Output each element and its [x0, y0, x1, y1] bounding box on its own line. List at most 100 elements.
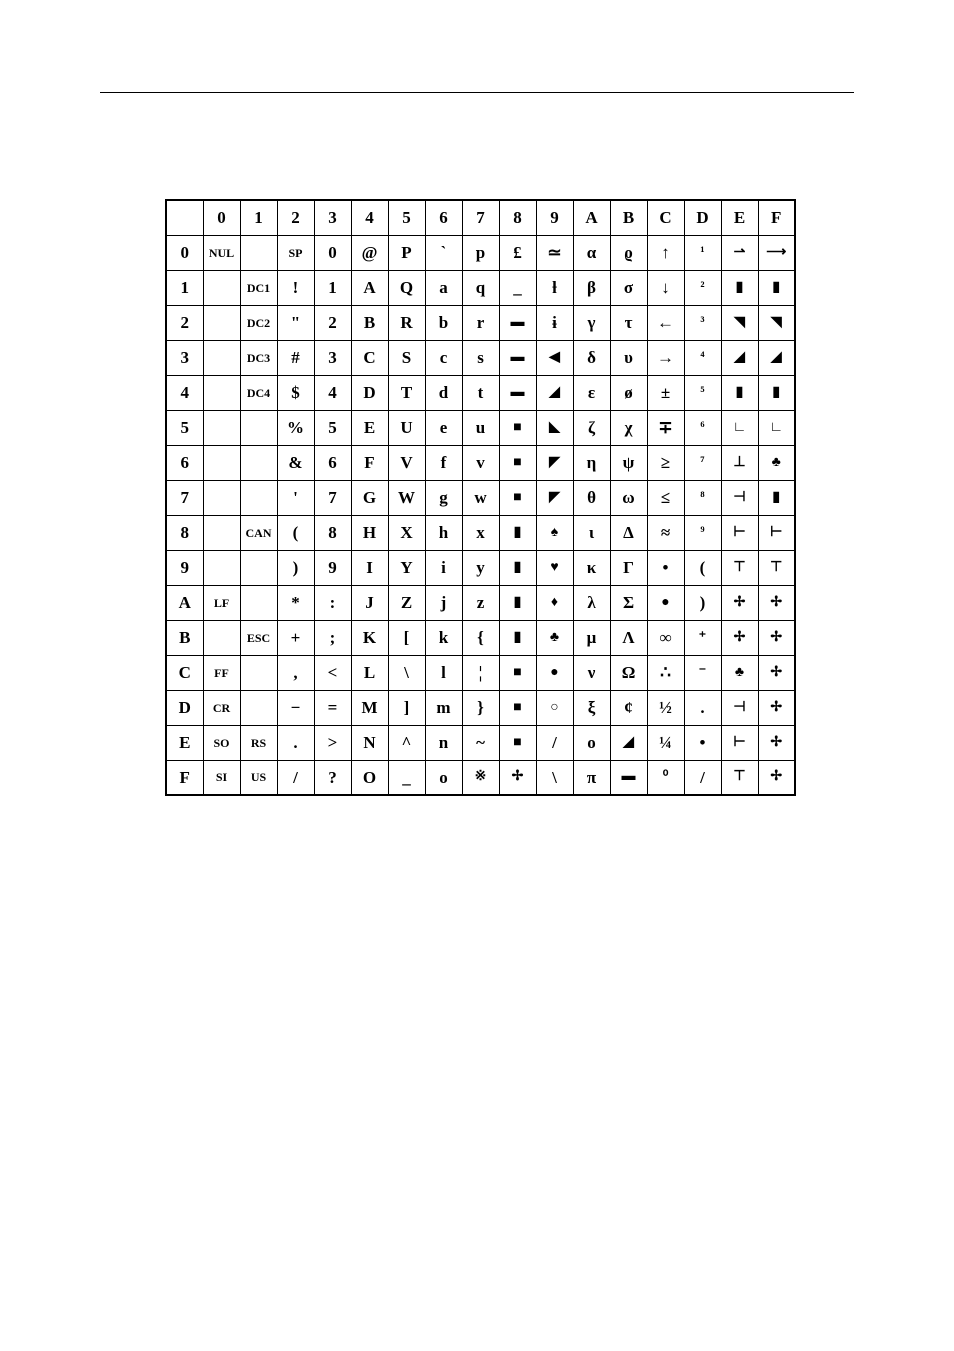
table-row: 6 & 6 F V f v ■ ◤ η ψ ≥ ⁷ ⊥ ♣	[166, 445, 795, 480]
cell: v	[462, 445, 499, 480]
table-row: 1 DC1 ! 1 A Q a q _ ƚ β σ ↓ ² ▮ ▮	[166, 270, 795, 305]
cell: ▮	[758, 375, 795, 410]
cell: ¼	[647, 725, 684, 760]
cell: LF	[203, 585, 240, 620]
cell: 6	[314, 445, 351, 480]
cell: ▬	[499, 305, 536, 340]
cell: 5	[314, 410, 351, 445]
cell: DC3	[240, 340, 277, 375]
cell: DC4	[240, 375, 277, 410]
cell: ◢	[610, 725, 647, 760]
cell: F	[351, 445, 388, 480]
cell	[203, 620, 240, 655]
cell: δ	[573, 340, 610, 375]
cell: $	[277, 375, 314, 410]
row-header: 3	[166, 340, 203, 375]
cell: β	[573, 270, 610, 305]
cell: ¦	[462, 655, 499, 690]
cell: ⟶	[758, 235, 795, 270]
cell: ɨ	[536, 305, 573, 340]
cell: Y	[388, 550, 425, 585]
cell: ¹	[684, 235, 721, 270]
cell: ✢	[721, 620, 758, 655]
col-header: 2	[277, 200, 314, 235]
cell: ◣	[536, 410, 573, 445]
col-header: 1	[240, 200, 277, 235]
table-row: 5 % 5 E U e u ■ ◣ ζ χ ∓ ⁶ ∟ ∟	[166, 410, 795, 445]
col-header: 9	[536, 200, 573, 235]
cell: {	[462, 620, 499, 655]
cell: t	[462, 375, 499, 410]
table-row: 9 ) 9 I Y i y ▮ ♥ κ Γ • ( ⊤ ⊤	[166, 550, 795, 585]
cell: NUL	[203, 235, 240, 270]
cell: ESC	[240, 620, 277, 655]
cell: )	[684, 585, 721, 620]
cell: O	[351, 760, 388, 795]
row-header: 7	[166, 480, 203, 515]
cell: .	[684, 690, 721, 725]
cell	[203, 375, 240, 410]
corner-cell	[166, 200, 203, 235]
cell: ▮	[758, 270, 795, 305]
col-header: E	[721, 200, 758, 235]
cell: ε	[573, 375, 610, 410]
cell: χ	[610, 410, 647, 445]
cell: α	[573, 235, 610, 270]
cell: ♠	[536, 515, 573, 550]
cell: ³	[684, 305, 721, 340]
cell: M	[351, 690, 388, 725]
cell: o	[425, 760, 462, 795]
cell: H	[351, 515, 388, 550]
cell: Λ	[610, 620, 647, 655]
cell: ✢	[758, 620, 795, 655]
cell: S	[388, 340, 425, 375]
cell	[203, 270, 240, 305]
cell: SO	[203, 725, 240, 760]
cell: ±	[647, 375, 684, 410]
cell: γ	[573, 305, 610, 340]
cell: ø	[610, 375, 647, 410]
cell: ⊢	[721, 725, 758, 760]
cell: ▬	[610, 760, 647, 795]
cell: /	[277, 760, 314, 795]
table-row: 8 CAN ( 8 H X h x ▮ ♠ ι Δ ≈ ⁹ ⊢ ⊢	[166, 515, 795, 550]
table-row: D CR − = M ] m } ■ ○ ξ ¢ ½ . ⊣ ✢	[166, 690, 795, 725]
cell: η	[573, 445, 610, 480]
cell: ◥	[758, 305, 795, 340]
col-header: F	[758, 200, 795, 235]
cell: X	[388, 515, 425, 550]
cell: ;	[314, 620, 351, 655]
cell: ▬	[499, 340, 536, 375]
cell	[240, 445, 277, 480]
cell: ∴	[647, 655, 684, 690]
cell: U	[388, 410, 425, 445]
cell: σ	[610, 270, 647, 305]
cell: '	[277, 480, 314, 515]
cell: ◢	[758, 340, 795, 375]
cell: ▮	[499, 550, 536, 585]
cell: f	[425, 445, 462, 480]
cell: Ω	[610, 655, 647, 690]
cell: 9	[314, 550, 351, 585]
cell	[240, 550, 277, 585]
cell: ♥	[536, 550, 573, 585]
table-row: 4 DC4 $ 4 D T d t ▬ ◢ ε ø ± ⁵ ▮ ▮	[166, 375, 795, 410]
cell: •	[647, 550, 684, 585]
cell	[240, 690, 277, 725]
cell: K	[351, 620, 388, 655]
cell: ◢	[721, 340, 758, 375]
cell: 7	[314, 480, 351, 515]
cell: W	[388, 480, 425, 515]
cell: ξ	[573, 690, 610, 725]
cell: N	[351, 725, 388, 760]
col-header: 7	[462, 200, 499, 235]
cell: a	[425, 270, 462, 305]
cell	[203, 410, 240, 445]
cell: ⇀	[721, 235, 758, 270]
col-header: 4	[351, 200, 388, 235]
cell: ∟	[721, 410, 758, 445]
cell: z	[462, 585, 499, 620]
cell: •	[684, 725, 721, 760]
col-header: 8	[499, 200, 536, 235]
cell: ≤	[647, 480, 684, 515]
